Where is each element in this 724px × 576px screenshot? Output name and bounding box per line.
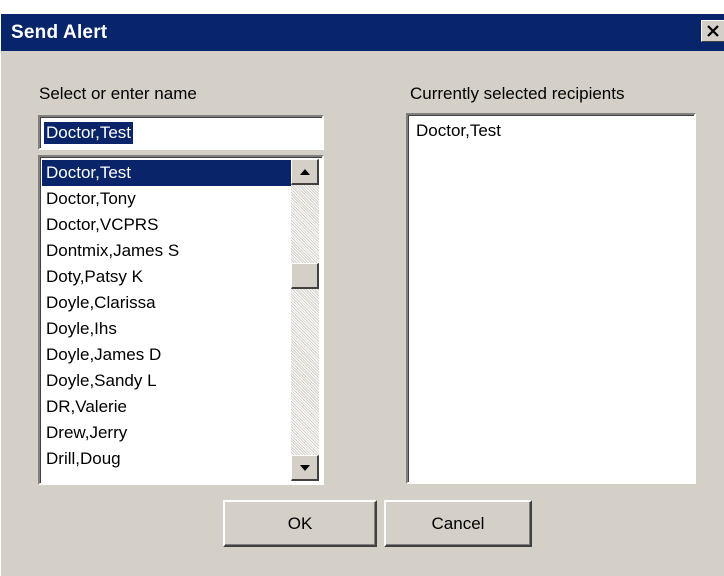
send-alert-dialog: Send Alert Select or enter name Currentl… bbox=[0, 0, 724, 576]
scroll-down-button[interactable] bbox=[291, 455, 319, 481]
select-name-label: Select or enter name bbox=[39, 84, 197, 103]
list-item[interactable]: Doyle,Clarissa bbox=[42, 290, 292, 316]
recipients-label: Currently selected recipients bbox=[410, 84, 625, 103]
list-item[interactable]: Doyle,Ihs bbox=[42, 316, 292, 342]
list-item[interactable]: Dontmix,James S bbox=[42, 238, 292, 264]
recipient-item[interactable]: Doctor,Test bbox=[416, 120, 501, 142]
list-item[interactable]: Drill,Doug bbox=[42, 446, 292, 472]
name-list-scrollbar[interactable] bbox=[291, 159, 319, 481]
list-item[interactable]: Doty,Patsy K bbox=[42, 264, 292, 290]
list-item[interactable]: Doctor,Tony bbox=[42, 186, 292, 212]
top-strip bbox=[1, 0, 724, 14]
title-bar[interactable]: Send Alert bbox=[1, 14, 724, 51]
recipients-list[interactable]: Doctor,Test bbox=[406, 113, 696, 484]
list-item[interactable]: Doctor,Test bbox=[42, 160, 292, 186]
name-list[interactable]: Doctor,Test Doctor,Tony Doctor,VCPRS Dontmi… bbox=[38, 155, 324, 485]
list-item[interactable]: Doctor,VCPRS bbox=[42, 212, 292, 238]
scroll-up-arrow-icon bbox=[299, 168, 310, 175]
ok-button[interactable]: OK bbox=[223, 500, 377, 547]
list-item[interactable]: DR,Valerie bbox=[42, 394, 292, 420]
close-button[interactable] bbox=[701, 20, 724, 42]
name-input[interactable]: Doctor,Test bbox=[38, 115, 324, 150]
name-input-selected-text: Doctor,Test bbox=[44, 122, 134, 144]
name-list-items: Doctor,Test Doctor,Tony Doctor,VCPRS Dontmi… bbox=[42, 160, 292, 472]
list-item[interactable]: Doyle,Sandy L bbox=[42, 368, 292, 394]
dialog-title: Send Alert bbox=[11, 22, 108, 43]
cancel-button[interactable]: Cancel bbox=[384, 500, 532, 547]
list-item[interactable]: Drew,Jerry bbox=[42, 420, 292, 446]
close-icon bbox=[707, 25, 719, 37]
scroll-up-button[interactable] bbox=[291, 159, 319, 185]
list-item[interactable]: Doyle,James D bbox=[42, 342, 292, 368]
scroll-down-arrow-icon bbox=[299, 464, 310, 471]
scrollbar-thumb[interactable] bbox=[291, 263, 319, 289]
